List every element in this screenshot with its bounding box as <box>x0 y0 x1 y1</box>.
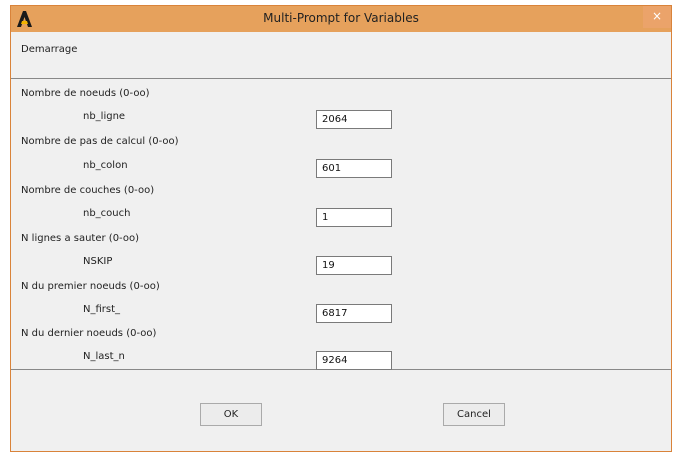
nskip-input[interactable] <box>316 256 392 275</box>
nb-couch-input[interactable] <box>316 208 392 227</box>
cancel-button[interactable]: Cancel <box>443 403 505 426</box>
variable-description: N du premier noeuds (0-oo) <box>21 281 160 292</box>
variable-name: N_first_ <box>83 304 121 315</box>
variable-description: Nombre de noeuds (0-oo) <box>21 88 150 99</box>
n-last-input[interactable] <box>316 351 392 370</box>
variable-description: Nombre de couches (0-oo) <box>21 185 155 196</box>
variable-description: N lignes a sauter (0-oo) <box>21 233 139 244</box>
header-label: Demarrage <box>21 44 78 55</box>
variable-description: Nombre de pas de calcul (0-oo) <box>21 136 179 147</box>
variable-name: N_last_n <box>83 351 125 362</box>
n-first-input[interactable] <box>316 304 392 323</box>
multi-prompt-dialog: Multi-Prompt for Variables × Demarrage N… <box>10 5 672 452</box>
variable-name: nb_ligne <box>83 111 126 122</box>
close-button[interactable]: × <box>643 6 671 28</box>
title-bar[interactable]: Multi-Prompt for Variables × <box>11 6 671 32</box>
variables-area: Nombre de noeuds (0-oo) nb_ligne Nombre … <box>11 79 671 370</box>
variable-name: nb_couch <box>83 208 131 219</box>
ok-button[interactable]: OK <box>200 403 262 426</box>
variable-name: nb_colon <box>83 160 128 171</box>
nb-colon-input[interactable] <box>316 159 392 178</box>
variable-name: NSKIP <box>83 256 113 267</box>
nb-ligne-input[interactable] <box>316 110 392 129</box>
window-title: Multi-Prompt for Variables <box>263 11 419 25</box>
header-panel: Demarrage <box>11 32 671 79</box>
variable-description: N du dernier noeuds (0-oo) <box>21 328 157 339</box>
